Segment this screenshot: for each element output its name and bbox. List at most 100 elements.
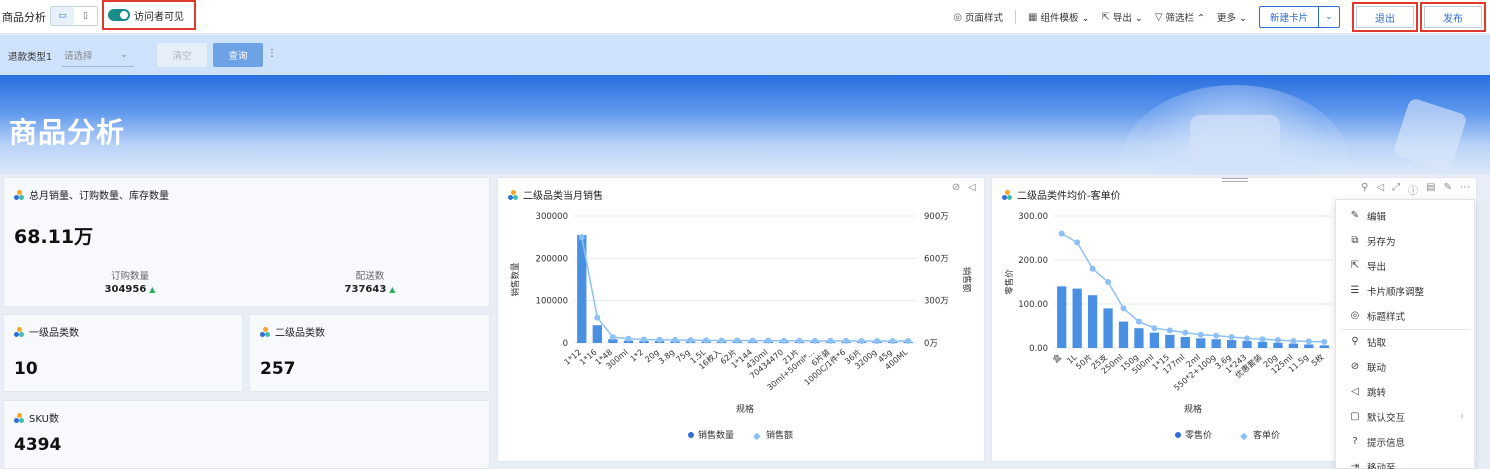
y2-tick-label: 600万 bbox=[924, 254, 949, 264]
bar bbox=[1134, 328, 1144, 348]
export-icon: ⇱ bbox=[1101, 11, 1110, 23]
bar bbox=[1211, 339, 1221, 348]
y2-tick-label: 300万 bbox=[924, 297, 949, 307]
banner: 商品分析 bbox=[0, 75, 1490, 175]
kpi-value: 10 bbox=[14, 359, 38, 379]
menu-item-export[interactable]: ⇱ 导出 bbox=[1336, 253, 1476, 278]
menu-item-edit[interactable]: ✎ 编辑 bbox=[1336, 203, 1476, 228]
bar bbox=[1149, 332, 1160, 348]
y-tick-label: 100.00 bbox=[1018, 300, 1048, 310]
y2-tick-label: 900万 bbox=[924, 212, 949, 222]
help-icon: ? bbox=[1352, 436, 1358, 447]
device-switcher[interactable]: ▭ ▯ bbox=[50, 6, 98, 26]
toolbar-actions: ◎ 页面样式 ▦ 组件模板 ⌄ ⇱ 导出 ⌄ ▽ 筛选栏 ⌃ 更多 ⌄ 新建卡片 ⌄ 退… bbox=[953, 0, 1490, 34]
filter-icon: ▽ bbox=[1154, 11, 1163, 23]
chart-card-monthly-sales[interactable]: 二级品类当月销售 ⊘ ◁ 300000 900万 200000 600万 100000 3… bbox=[497, 177, 985, 462]
menu-item-tooltip-info[interactable]: ? 提示信息 bbox=[1336, 429, 1476, 454]
sort-icon: ☰ bbox=[1350, 285, 1360, 296]
y-tick-label: 0.00 bbox=[1029, 344, 1048, 354]
menu-item-drill[interactable]: ⚲ 钻取 bbox=[1336, 329, 1476, 354]
filter-select[interactable]: 请选择 ⌄ bbox=[62, 43, 134, 67]
filter-placeholder: 请选择 bbox=[64, 50, 93, 62]
kpi-sub-value: 304956 ▲ bbox=[104, 284, 156, 295]
new-card-button-group: 新建卡片 ⌄ bbox=[1258, 6, 1340, 28]
page-style-button[interactable]: ◎ 页面样式 bbox=[953, 10, 1003, 25]
y-tick-label: 300000 bbox=[536, 212, 568, 222]
kpi-card-main[interactable]: 总月销量、订购数量、库存数量 68.11万 订购数量 304956 ▲ 配送数 7… bbox=[3, 177, 490, 307]
bar bbox=[1288, 343, 1299, 348]
card-title: 一级品类数 bbox=[29, 328, 79, 339]
x-axis-label: 规格 bbox=[736, 403, 754, 415]
bar bbox=[1180, 337, 1190, 348]
bar bbox=[1165, 334, 1175, 348]
drill-icon: ⚲ bbox=[1351, 336, 1359, 347]
palette-icon: ◎ bbox=[1350, 310, 1360, 321]
menu-item-title-style[interactable]: ◎ 标题样式 bbox=[1336, 303, 1476, 328]
menu-item-linkage[interactable]: ⊘ 联动 bbox=[1336, 354, 1476, 379]
drag-handle[interactable] bbox=[1222, 178, 1248, 182]
palette-icon: ◎ bbox=[953, 11, 962, 23]
kpi-card-level1[interactable]: 一级品类数 10 bbox=[3, 314, 243, 392]
more-vertical-icon[interactable]: ⋮ bbox=[267, 48, 277, 59]
visitor-visible-toggle[interactable] bbox=[108, 9, 130, 21]
component-template-button[interactable]: ▦ 组件模板 ⌄ bbox=[1028, 10, 1089, 25]
mobile-icon[interactable]: ▯ bbox=[74, 7, 97, 25]
kpi-card-sku[interactable]: SKU数 4394 bbox=[3, 400, 490, 469]
legend-marker: ◆ bbox=[1240, 431, 1248, 442]
legend-label: 销售数量 bbox=[698, 429, 734, 441]
kpi-value: 257 bbox=[260, 359, 296, 379]
bar bbox=[1304, 344, 1314, 348]
arrow-up-icon: ▲ bbox=[389, 285, 396, 294]
decoration bbox=[1392, 97, 1468, 173]
bar bbox=[1118, 321, 1129, 348]
bar bbox=[1087, 295, 1098, 348]
bar bbox=[1103, 308, 1113, 348]
exit-button[interactable]: 退出 bbox=[1356, 6, 1414, 28]
clear-button[interactable]: 清空 bbox=[157, 43, 207, 67]
divider bbox=[1015, 10, 1016, 24]
y-tick-label: 100000 bbox=[536, 297, 568, 307]
x-tick-label: 盒 bbox=[1050, 352, 1063, 365]
kpi-sub-label: 配送数 bbox=[355, 271, 385, 282]
x-axis-label: 规格 bbox=[1184, 403, 1202, 415]
interact-icon: ▢ bbox=[1350, 411, 1360, 422]
bar bbox=[1319, 345, 1329, 348]
chevron-down-icon: ⌄ bbox=[120, 49, 128, 60]
menu-item-card-order[interactable]: ☰ 卡片顺序调整 bbox=[1336, 278, 1476, 303]
bar bbox=[592, 325, 602, 343]
series-line bbox=[581, 237, 909, 342]
menu-item-jump[interactable]: ◁ 跳转 bbox=[1336, 379, 1476, 404]
query-button[interactable]: 查询 bbox=[213, 43, 263, 67]
filter-bar-button[interactable]: ▽ 筛选栏 ⌃ bbox=[1154, 10, 1205, 25]
x-tick-label: 3.8g bbox=[657, 348, 676, 366]
y2-axis-label: 销售额 bbox=[961, 267, 972, 293]
export-button[interactable]: ⇱ 导出 ⌄ bbox=[1101, 10, 1142, 25]
export-icon: ⇱ bbox=[1350, 260, 1360, 271]
data-point bbox=[1058, 230, 1065, 237]
desktop-icon[interactable]: ▭ bbox=[51, 7, 74, 25]
bar bbox=[1242, 340, 1252, 348]
template-icon: ▦ bbox=[1028, 11, 1038, 23]
menu-item-save-as[interactable]: ⧉ 另存为 bbox=[1336, 228, 1476, 253]
x-tick-label: 5枚 bbox=[1309, 352, 1325, 368]
filter-bar: 退款类型1 请选择 ⌄ 清空 查询 ⋮ bbox=[0, 35, 1490, 75]
visitor-visible-toggle-area[interactable]: 访问者可见 bbox=[102, 0, 196, 30]
y-tick-label: 300.00 bbox=[1018, 212, 1048, 222]
menu-item-move-to[interactable]: ⇥ 移动至 bbox=[1336, 454, 1476, 469]
bar bbox=[1226, 340, 1237, 348]
move-icon: ⇥ bbox=[1350, 461, 1360, 469]
kpi-card-level2[interactable]: 二级品类数 257 bbox=[249, 314, 490, 392]
bar bbox=[1273, 342, 1283, 348]
menu-item-default-interaction[interactable]: ▢ 默认交互 › bbox=[1336, 404, 1476, 429]
series-line bbox=[1061, 232, 1325, 343]
legend-marker bbox=[1175, 432, 1181, 438]
y-axis-label: 零售价 bbox=[1004, 269, 1015, 295]
more-button[interactable]: 更多 ⌄ bbox=[1217, 10, 1247, 24]
y-axis-label: 销售数量 bbox=[510, 262, 521, 297]
x-tick-label: 75g bbox=[674, 348, 691, 365]
visitor-visible-label: 访问者可见 bbox=[134, 11, 184, 23]
new-card-button[interactable]: 新建卡片 bbox=[1260, 7, 1319, 27]
publish-button[interactable]: 发布 bbox=[1424, 6, 1482, 28]
bar bbox=[1057, 286, 1067, 348]
chevron-down-icon[interactable]: ⌄ bbox=[1319, 7, 1339, 27]
